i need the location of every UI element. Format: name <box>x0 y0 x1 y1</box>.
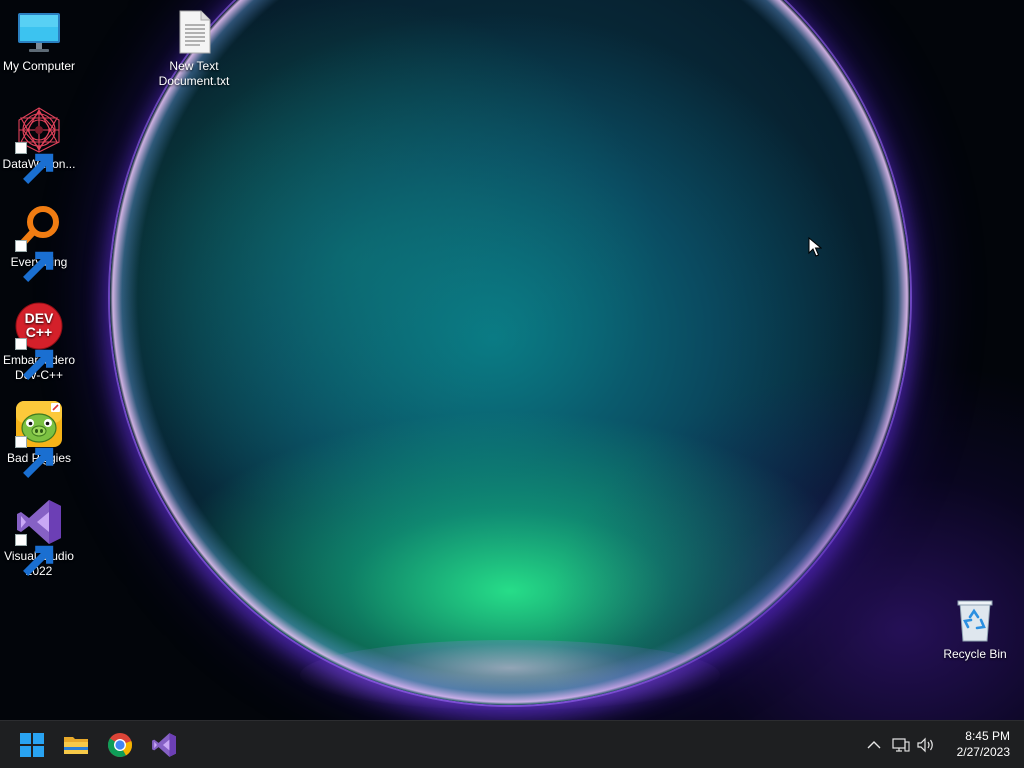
everything-magnifier-icon <box>15 204 63 282</box>
recycle-bin-icon <box>951 596 999 644</box>
desktop-icon-new-text-document[interactable]: New Text Document.txt <box>154 8 234 89</box>
desktop-icon-my-computer[interactable]: My Computer <box>0 8 79 74</box>
visual-studio-icon <box>152 733 176 757</box>
tray-overflow-button[interactable] <box>864 735 884 755</box>
taskbar-file-explorer-button[interactable] <box>56 725 96 765</box>
bad-piggies-icon <box>15 400 63 478</box>
chevron-up-icon <box>867 741 881 749</box>
desktop-icon-label: New Text <box>169 59 219 73</box>
monitor-icon <box>15 8 63 56</box>
datawagon-icon <box>15 106 63 184</box>
start-button[interactable] <box>12 725 52 765</box>
desktop-icon-visual-studio[interactable]: Visual Studio 2022 <box>0 498 79 579</box>
shortcut-arrow-icon <box>15 338 54 380</box>
wallpaper-bloom <box>110 0 910 705</box>
taskbar-clock[interactable]: 8:45 PM 2/27/2023 <box>940 728 1010 760</box>
desktop-icon-recycle-bin[interactable]: Recycle Bin <box>935 596 1015 662</box>
visual-studio-icon <box>15 498 63 576</box>
desktop-icon-everything[interactable]: Everything <box>0 204 79 282</box>
shortcut-arrow-icon <box>15 436 54 478</box>
text-file-icon <box>170 8 218 56</box>
devcpp-badge-line2: C++ <box>26 324 52 340</box>
windows-start-icon <box>20 733 44 757</box>
shortcut-arrow-icon <box>15 142 54 184</box>
desktop-icon-label: My Computer <box>2 59 76 73</box>
desktop-icon-datawagon[interactable]: DataWagon... <box>0 106 79 184</box>
folder-icon <box>64 737 88 754</box>
mouse-cursor-icon <box>808 237 822 257</box>
shortcut-arrow-icon <box>15 534 54 576</box>
clock-date: 2/27/2023 <box>956 745 1010 759</box>
shortcut-arrow-icon <box>15 240 54 282</box>
taskbar-chrome-button[interactable] <box>100 725 140 765</box>
network-icon <box>892 738 910 752</box>
tray-volume-button[interactable] <box>916 735 936 755</box>
devcpp-icon: DEV C++ <box>15 302 63 380</box>
desktop-icon-bad-piggies[interactable]: Bad Piggies <box>0 400 79 478</box>
tray-network-button[interactable] <box>891 735 911 755</box>
desktop-icon-label: Recycle Bin <box>943 647 1007 661</box>
desktop-wallpaper <box>0 0 1024 720</box>
taskbar-visual-studio-button[interactable] <box>144 725 184 765</box>
taskbar: 8:45 PM 2/27/2023 <box>0 720 1024 768</box>
desktop-icon-dev-cpp[interactable]: DEV C++ Embarcadero Dev-C++ <box>0 302 79 383</box>
speaker-icon <box>917 737 933 753</box>
desktop-icon-label-line2: Document.txt <box>158 74 230 88</box>
chrome-icon <box>108 733 133 758</box>
clock-time: 8:45 PM <box>965 729 1010 743</box>
